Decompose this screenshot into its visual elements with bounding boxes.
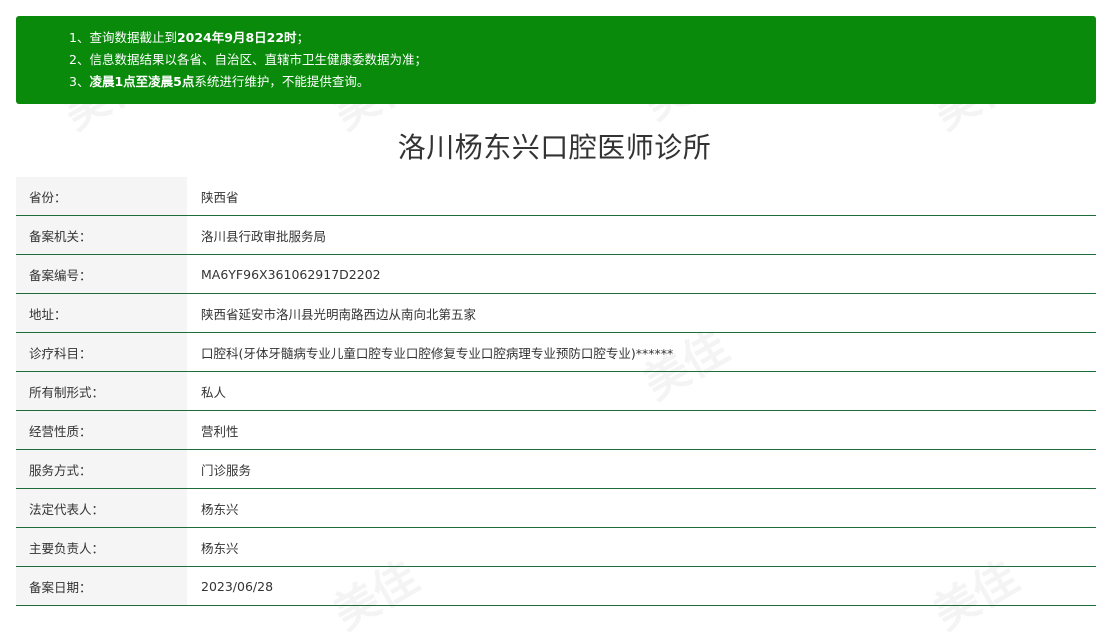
table-row: 经营性质： 营利性 xyxy=(16,410,1096,450)
row-label: 主要负责人： xyxy=(16,527,187,567)
table-row: 地址： 陕西省延安市洛川县光明南路西边从南向北第五家 xyxy=(16,293,1096,333)
table-row: 服务方式： 门诊服务 xyxy=(16,449,1096,489)
table-row: 备案日期： 2023/06/28 xyxy=(16,566,1096,606)
row-value: 营利性 xyxy=(187,410,1096,450)
row-label: 服务方式： xyxy=(16,449,187,489)
row-label: 法定代表人： xyxy=(16,488,187,528)
page-title: 洛川杨东兴口腔医师诊所 xyxy=(397,131,712,164)
table-row: 诊疗科目： 口腔科(牙体牙髓病专业儿童口腔专业口腔修复专业口腔病理专业预防口腔专业… xyxy=(16,332,1096,372)
notice-line-2: 2、信息数据结果以各省、自治区、直辖市卫生健康委数据为准； xyxy=(69,52,427,67)
notice-banner: 1、查询数据截止到2024年9月8日22时； 2、信息数据结果以各省、自治区、直… xyxy=(16,16,1096,104)
row-label: 省份： xyxy=(16,177,187,216)
row-label: 地址： xyxy=(16,293,187,333)
row-label: 备案日期： xyxy=(16,566,187,606)
row-label: 经营性质： xyxy=(16,410,187,450)
row-value: 杨东兴 xyxy=(187,527,1096,567)
row-value: 陕西省延安市洛川县光明南路西边从南向北第五家 xyxy=(187,293,1096,333)
table-row: 省份： 陕西省 xyxy=(16,177,1096,216)
row-value: 洛川县行政审批服务局 xyxy=(187,215,1096,255)
row-value: 私人 xyxy=(187,371,1096,411)
row-label: 诊疗科目： xyxy=(16,332,187,372)
row-value: 杨东兴 xyxy=(187,488,1096,528)
notice-line-3: 3、凌晨1点至凌晨5点系统进行维护，不能提供查询。 xyxy=(69,74,370,89)
row-value: 2023/06/28 xyxy=(187,566,1096,606)
table-row: 备案编号： MA6YF96X361062917D2202 xyxy=(16,254,1096,294)
info-table: 省份： 陕西省 备案机关： 洛川县行政审批服务局 备案编号： MA6YF96X3610… xyxy=(16,177,1096,606)
table-row: 所有制形式： 私人 xyxy=(16,371,1096,411)
row-label: 备案机关： xyxy=(16,215,187,255)
row-label: 所有制形式： xyxy=(16,371,187,411)
row-value: 口腔科(牙体牙髓病专业儿童口腔专业口腔修复专业口腔病理专业预防口腔专业)****… xyxy=(187,332,1096,372)
row-value: 陕西省 xyxy=(187,177,1096,216)
table-row: 备案机关： 洛川县行政审批服务局 xyxy=(16,215,1096,255)
table-row: 法定代表人： 杨东兴 xyxy=(16,488,1096,528)
row-value: 门诊服务 xyxy=(187,449,1096,489)
row-label: 备案编号： xyxy=(16,254,187,294)
row-value: MA6YF96X361062917D2202 xyxy=(187,254,1096,294)
table-row: 主要负责人： 杨东兴 xyxy=(16,527,1096,567)
notice-line-1: 1、查询数据截止到2024年9月8日22时； xyxy=(69,30,310,45)
